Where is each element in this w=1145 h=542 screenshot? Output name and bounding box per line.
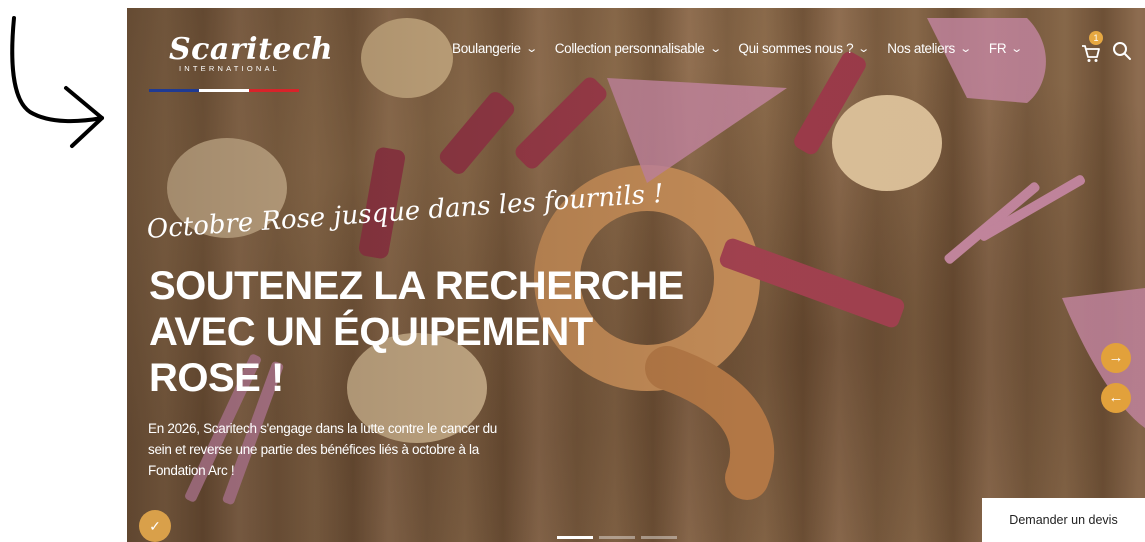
slider-dot[interactable] — [599, 536, 635, 539]
hero-banner: Scaritech INTERNATIONAL Boulangerie ⌄ Co… — [127, 8, 1145, 542]
logo-subtitle: INTERNATIONAL — [179, 64, 281, 73]
arrow-left-icon[interactable]: ← — [1101, 383, 1131, 413]
search-icon[interactable] — [1112, 41, 1132, 61]
language-selector[interactable]: FR ⌄ — [988, 41, 1024, 56]
menu-item-label: Collection personnalisable — [554, 41, 705, 56]
chevron-down-icon: ⌄ — [1010, 43, 1024, 55]
cookie-icon[interactable]: ✓ — [139, 510, 171, 542]
hero-headline: SOUTENEZ LA RECHERCHE AVEC UN ÉQUIPEMENT… — [149, 264, 684, 400]
slider-dot[interactable] — [641, 536, 677, 539]
chevron-down-icon: ⌄ — [524, 43, 538, 55]
menu-item-boulangerie[interactable]: Boulangerie ⌄ — [452, 41, 538, 56]
menu-item-about[interactable]: Qui sommes nous ? ⌄ — [738, 41, 871, 56]
cart-count-badge: 1 — [1089, 31, 1103, 45]
menu-item-ateliers[interactable]: Nos ateliers ⌄ — [887, 41, 972, 56]
logo-flag-bar — [149, 89, 299, 92]
cart-icon[interactable] — [1080, 42, 1102, 64]
menu-item-label: Boulangerie — [452, 41, 521, 56]
menu-item-collection[interactable]: Collection personnalisable ⌄ — [554, 41, 722, 56]
request-quote-button[interactable]: Demander un devis — [982, 498, 1145, 542]
curved-arrow-icon — [10, 16, 104, 148]
scaritech-logo[interactable]: Scaritech INTERNATIONAL — [149, 32, 333, 78]
chevron-down-icon: ⌄ — [708, 43, 722, 55]
arrow-right-icon[interactable]: → — [1101, 343, 1131, 373]
chevron-down-icon: ⌄ — [959, 43, 972, 55]
main-menu: Boulangerie ⌄ Collection personnalisable… — [452, 41, 1040, 56]
top-navigation: Scaritech INTERNATIONAL Boulangerie ⌄ Co… — [127, 8, 1145, 93]
menu-item-label: Qui sommes nous ? — [738, 41, 854, 56]
slider-dot[interactable] — [557, 536, 593, 539]
language-label: FR — [988, 41, 1007, 56]
chevron-down-icon: ⌄ — [857, 43, 871, 55]
hero-description: En 2026, Scaritech s'engage dans la lutt… — [148, 421, 498, 478]
slider-pagination — [557, 536, 677, 539]
logo-wordmark: Scaritech — [169, 32, 334, 67]
menu-item-label: Nos ateliers — [887, 41, 955, 56]
